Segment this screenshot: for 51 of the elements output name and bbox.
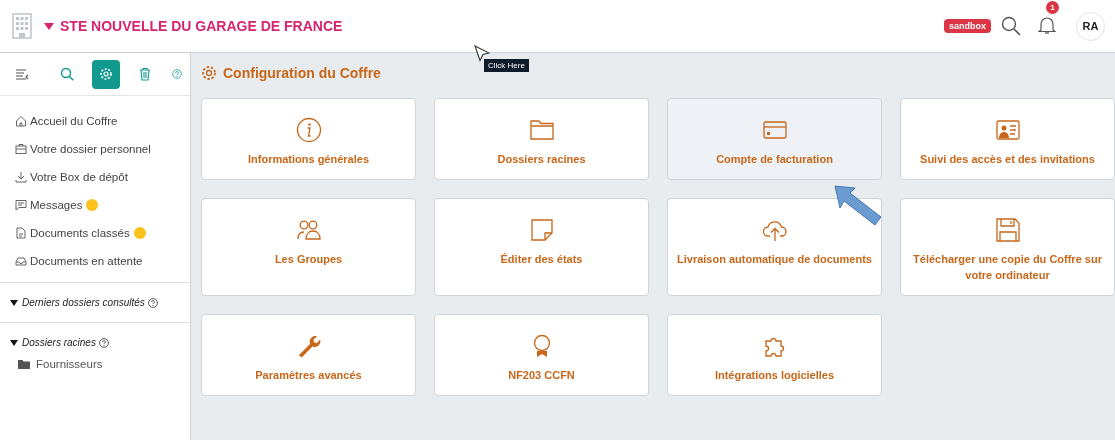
search-icon: [60, 67, 75, 81]
folder-link[interactable]: Fournisseurs: [36, 358, 103, 370]
message-icon: [15, 199, 27, 211]
download-icon: [15, 171, 27, 183]
settings-card[interactable]: Compte de facturation: [667, 98, 882, 180]
settings-icon: [98, 67, 113, 81]
section-heading[interactable]: Dossiers racines: [22, 337, 96, 348]
sidebar-link[interactable]: Votre Box de dépôt: [30, 171, 128, 183]
document-icon: [15, 227, 27, 239]
settings-card[interactable]: Dossiers racines: [434, 98, 649, 180]
caret-icon: [44, 22, 54, 30]
company-name[interactable]: STE NOUVELLE DU GARAGE DE FRANCE: [60, 18, 343, 34]
settings-card[interactable]: Paramètres avancés: [201, 314, 416, 396]
help-button[interactable]: [172, 69, 182, 79]
home-icon: [15, 115, 27, 127]
settings-card[interactable]: Les Groupes: [201, 198, 416, 296]
notification-badge: 1: [1046, 1, 1059, 14]
environment-badge: sandbox: [944, 19, 991, 33]
collapse-menu-icon: [15, 67, 30, 81]
settings-card[interactable]: Intégrations logicielles: [667, 314, 882, 396]
settings-card[interactable]: Informations générales: [201, 98, 416, 180]
id-card-icon: [994, 117, 1021, 143]
settings-card[interactable]: Éditer des états: [434, 198, 649, 296]
settings-card[interactable]: Suivi des accès et des invitations: [900, 98, 1115, 180]
note-icon: [528, 217, 555, 243]
section-heading[interactable]: Derniers dossiers consultés: [22, 297, 145, 308]
settings-card[interactable]: NF203 CCFN: [434, 314, 649, 396]
sidebar-link[interactable]: Votre dossier personnel: [30, 143, 151, 155]
sidebar-link[interactable]: Accueil du Coffre: [30, 115, 118, 127]
settings-card[interactable]: Télécharger une copie du Coffre sur votre ordinateur: [900, 198, 1115, 296]
search-icon: [1001, 16, 1021, 36]
sidebar-link[interactable]: Documents classés: [30, 227, 130, 239]
sidebar-link[interactable]: Messages: [30, 199, 83, 211]
settings-icon: [201, 65, 217, 81]
settings-card[interactable]: Livraison automatique de documents: [667, 198, 882, 296]
help-icon: [147, 297, 158, 308]
info-icon: [295, 117, 322, 143]
folder-icon: [528, 117, 555, 143]
help-icon: [98, 337, 109, 348]
settings-button[interactable]: [91, 59, 121, 89]
inbox-icon: [15, 255, 27, 267]
help-icon: [172, 67, 182, 81]
trash-icon: [137, 67, 152, 81]
building-icon: [12, 13, 32, 39]
page-title: Configuration du Coffre: [223, 65, 381, 81]
bell-icon: [1038, 15, 1056, 35]
sidebar-link[interactable]: Documents en attente: [30, 255, 143, 267]
pointer-arrow-icon: [833, 184, 883, 228]
folder-icon: [18, 359, 30, 369]
tooltip: Click Here: [484, 59, 529, 72]
briefcase-icon: [15, 143, 27, 155]
